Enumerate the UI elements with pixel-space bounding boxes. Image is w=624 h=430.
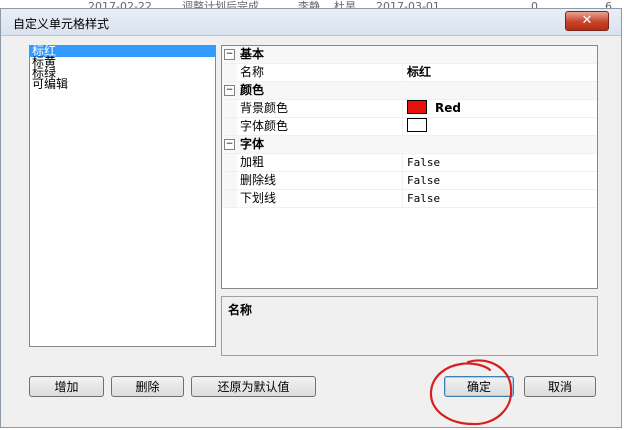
property-row[interactable]: 加粗 False xyxy=(222,154,597,172)
close-x-icon: ✕ xyxy=(581,13,593,28)
property-value-text: False xyxy=(407,192,441,205)
collapse-toggle-icon[interactable]: − xyxy=(224,49,235,60)
property-name: 背景颜色 xyxy=(238,100,404,117)
category-label: 字体 xyxy=(240,137,265,151)
column-separator[interactable] xyxy=(402,190,403,207)
property-value[interactable]: False xyxy=(405,190,597,207)
title-bar: 自定义单元格样式 ✕ xyxy=(1,9,621,36)
color-swatch xyxy=(407,100,427,114)
property-name: 下划线 xyxy=(238,190,404,207)
reset-default-button[interactable]: 还原为默认值 xyxy=(191,376,316,397)
column-separator[interactable] xyxy=(402,172,403,189)
category-label: 基本 xyxy=(240,47,265,61)
close-button[interactable]: ✕ xyxy=(565,11,609,31)
column-separator[interactable] xyxy=(402,154,403,171)
row-gutter xyxy=(222,190,237,207)
style-list[interactable]: 标红 标黄 标绿 可编辑 xyxy=(29,45,216,347)
property-value-text: False xyxy=(407,156,441,169)
column-separator[interactable] xyxy=(402,118,403,135)
ok-button[interactable]: 确定 xyxy=(444,376,514,397)
property-name: 加粗 xyxy=(238,154,404,171)
property-row[interactable]: 字体颜色 xyxy=(222,118,597,136)
category-row[interactable]: − 颜色 xyxy=(222,82,597,100)
cancel-button[interactable]: 取消 xyxy=(524,376,596,397)
row-gutter xyxy=(222,118,237,135)
property-row[interactable]: 名称 标红 xyxy=(222,64,597,82)
row-gutter xyxy=(222,172,237,189)
property-name: 字体颜色 xyxy=(238,118,404,135)
property-name: 名称 xyxy=(238,64,404,81)
property-name: 删除线 xyxy=(238,172,404,189)
property-description-panel: 名称 xyxy=(221,296,598,356)
color-swatch xyxy=(407,118,427,132)
category-row[interactable]: − 基本 xyxy=(222,46,597,64)
style-list-item[interactable]: 标黄 xyxy=(30,56,215,68)
property-value[interactable]: False xyxy=(405,172,597,189)
property-value[interactable]: 标红 xyxy=(405,64,597,81)
collapse-toggle-icon[interactable]: − xyxy=(224,85,235,96)
style-list-item[interactable]: 标红 xyxy=(30,45,215,57)
property-value-text: Red xyxy=(435,101,461,115)
collapse-toggle-icon[interactable]: − xyxy=(224,139,235,150)
column-separator[interactable] xyxy=(402,64,403,81)
row-gutter xyxy=(222,154,237,171)
delete-button[interactable]: 删除 xyxy=(111,376,184,397)
category-label: 颜色 xyxy=(240,83,265,97)
category-row[interactable]: − 字体 xyxy=(222,136,597,154)
property-value[interactable]: Red xyxy=(405,100,597,117)
property-value[interactable] xyxy=(405,118,597,135)
description-title: 名称 xyxy=(228,303,253,317)
column-separator[interactable] xyxy=(402,100,403,117)
property-row[interactable]: 删除线 False xyxy=(222,172,597,190)
property-grid: − 基本 名称 标红 − 颜色 背景颜色 Red 字体颜色 − 字体 加粗 False 删除线 False 下… xyxy=(221,45,598,289)
property-value-text: False xyxy=(407,174,441,187)
row-gutter xyxy=(222,100,237,117)
property-row[interactable]: 下划线 False xyxy=(222,190,597,208)
property-value[interactable]: False xyxy=(405,154,597,171)
style-list-item[interactable]: 可编辑 xyxy=(30,78,215,90)
dialog-title: 自定义单元格样式 xyxy=(13,17,110,31)
add-button[interactable]: 增加 xyxy=(29,376,104,397)
property-row[interactable]: 背景颜色 Red xyxy=(222,100,597,118)
row-gutter xyxy=(222,64,237,81)
property-value-text: 标红 xyxy=(407,65,432,79)
